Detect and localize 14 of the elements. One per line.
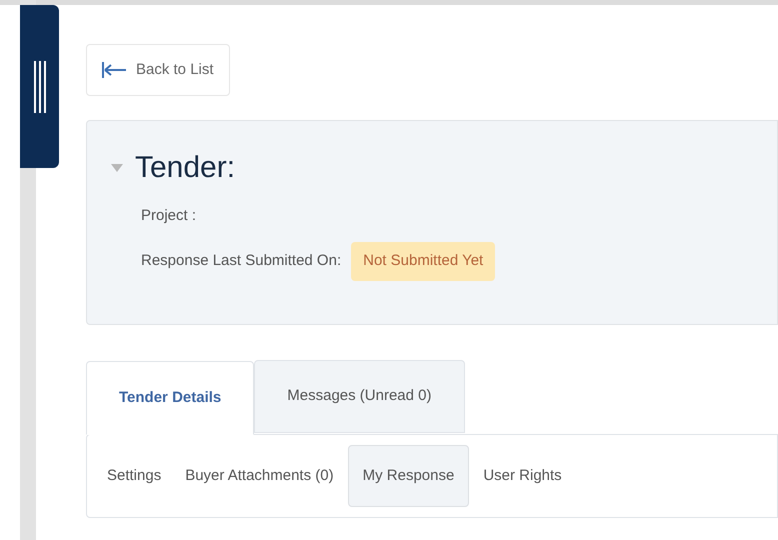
sidebar-toggle[interactable] bbox=[20, 5, 59, 168]
sub-tab[interactable]: User Rights bbox=[473, 445, 572, 507]
submitted-label: Response Last Submitted On: bbox=[141, 251, 342, 271]
project-label: Project : bbox=[141, 206, 198, 226]
tab[interactable]: Tender Details bbox=[86, 361, 254, 435]
sub-tab[interactable]: Settings bbox=[97, 445, 172, 507]
tab[interactable]: Messages (Unread 0) bbox=[254, 360, 464, 433]
sub-tab[interactable]: My Response bbox=[348, 445, 470, 507]
back-button[interactable]: Back to List bbox=[86, 44, 230, 96]
back-arrow-icon bbox=[102, 62, 126, 78]
sub-tab[interactable]: Buyer Attachments (0) bbox=[175, 445, 344, 507]
menu-icon bbox=[34, 60, 46, 112]
tender-title: Tender: bbox=[135, 150, 236, 186]
status-badge: Not Submitted Yet bbox=[351, 242, 496, 280]
